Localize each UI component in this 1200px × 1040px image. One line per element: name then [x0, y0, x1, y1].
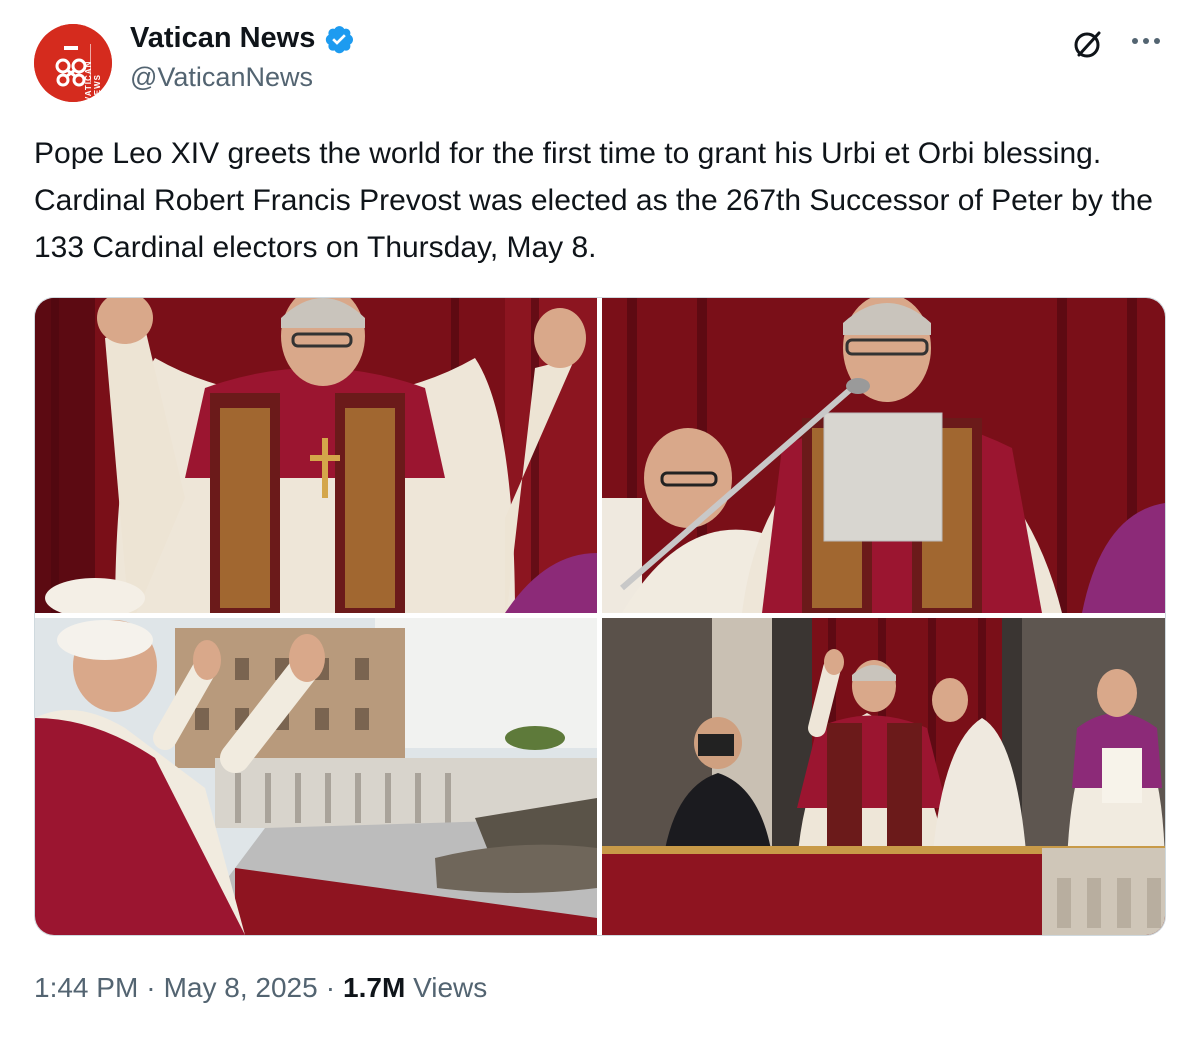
tweet-meta: 1:44 PM · May 8, 2025 · 1.7M Views [34, 972, 487, 1004]
photo-st-peters-square-image [35, 618, 597, 935]
media-grid [34, 297, 1166, 936]
tweet-time[interactable]: 1:44 PM [34, 972, 138, 1004]
photo-pope-speaking-image [602, 298, 1165, 613]
photo-pope-waving[interactable] [35, 298, 597, 613]
photo-pope-speaking-microphone[interactable] [602, 298, 1165, 613]
verified-badge-icon [326, 25, 354, 53]
tweet: VATICAN NEWS Vatican News @VaticanNews P… [0, 0, 1200, 1040]
author-name[interactable]: Vatican News [130, 22, 315, 55]
meta-separator: · [325, 972, 336, 1003]
grok-icon[interactable] [1068, 24, 1108, 64]
meta-separator: · [146, 972, 156, 1003]
avatar[interactable]: VATICAN NEWS [34, 24, 112, 102]
author-name-row[interactable]: Vatican News [130, 22, 355, 55]
photo-pope-waving-image [35, 298, 597, 613]
avatar-brand-text: VATICAN NEWS [84, 60, 102, 102]
tweet-date[interactable]: May 8, 2025 [164, 972, 318, 1004]
photo-balcony-photographer-image [602, 618, 1165, 935]
photo-pope-balcony-photographer[interactable] [602, 618, 1165, 935]
more-icon[interactable] [1126, 24, 1166, 58]
tweet-text: Pope Leo XIV greets the world for the fi… [34, 137, 1153, 264]
author-handle[interactable]: @VaticanNews [130, 62, 313, 93]
views-count: 1.7M [343, 972, 406, 1003]
views[interactable]: 1.7M Views [343, 972, 487, 1004]
photo-pope-balcony-st-peters-square[interactable] [35, 618, 597, 935]
views-label: Views [413, 972, 488, 1003]
